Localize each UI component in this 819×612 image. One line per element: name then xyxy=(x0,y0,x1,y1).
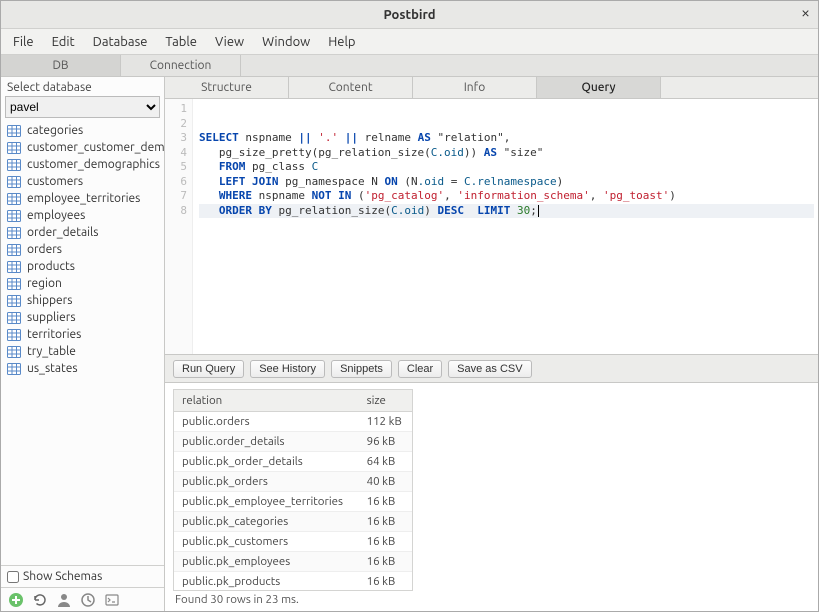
window-title: Postbird xyxy=(383,8,435,22)
user-icon[interactable] xyxy=(53,590,75,610)
table-item-label: customer_demographics xyxy=(27,158,160,171)
table-icon xyxy=(7,227,21,239)
clear-button[interactable]: Clear xyxy=(398,360,442,378)
conn-tab-db[interactable]: DB xyxy=(1,55,121,76)
select-db-label: Select database xyxy=(1,77,164,96)
run-query-button[interactable]: Run Query xyxy=(173,360,244,378)
refresh-icon[interactable] xyxy=(29,590,51,610)
table-item-label: employee_territories xyxy=(27,192,140,205)
table-item-label: us_states xyxy=(27,362,78,375)
table-icon xyxy=(7,295,21,307)
menu-help[interactable]: Help xyxy=(320,32,363,52)
close-icon[interactable]: × xyxy=(801,5,810,21)
table-row[interactable]: public.pk_orders40 kB xyxy=(174,472,412,492)
table-icon xyxy=(7,176,21,188)
col-size[interactable]: size xyxy=(359,390,412,412)
table-item-label: region xyxy=(27,277,62,290)
tables-list: categories customer_customer_demo customer… xyxy=(1,122,164,565)
console-icon[interactable] xyxy=(101,590,123,610)
table-item-label: order_details xyxy=(27,226,98,239)
menu-file[interactable]: File xyxy=(5,32,42,52)
table-row[interactable]: public.pk_products16 kB xyxy=(174,572,412,592)
table-item-customers[interactable]: customers xyxy=(1,173,164,190)
table-row[interactable]: public.order_details96 kB xyxy=(174,432,412,452)
table-item-categories[interactable]: categories xyxy=(1,122,164,139)
table-item-employees[interactable]: employees xyxy=(1,207,164,224)
table-item-label: orders xyxy=(27,243,62,256)
table-item-products[interactable]: products xyxy=(1,258,164,275)
table-icon xyxy=(7,312,21,324)
table-item-territories[interactable]: territories xyxy=(1,326,164,343)
table-item-label: customer_customer_demo xyxy=(27,141,164,154)
view-tabs: StructureContentInfoQuery xyxy=(165,77,818,99)
menu-table[interactable]: Table xyxy=(157,32,205,52)
tab-content[interactable]: Content xyxy=(289,77,413,98)
snippets-button[interactable]: Snippets xyxy=(331,360,392,378)
table-item-customer_demographics[interactable]: customer_demographics xyxy=(1,156,164,173)
tab-info[interactable]: Info xyxy=(413,77,537,98)
menubar: FileEditDatabaseTableViewWindowHelp xyxy=(1,29,818,55)
add-icon[interactable] xyxy=(5,590,27,610)
table-item-label: suppliers xyxy=(27,311,76,324)
tab-structure[interactable]: Structure xyxy=(165,77,289,98)
table-item-region[interactable]: region xyxy=(1,275,164,292)
table-item-label: try_table xyxy=(27,345,76,358)
show-schemas-label: Show Schemas xyxy=(23,570,102,583)
table-item-employee_territories[interactable]: employee_territories xyxy=(1,190,164,207)
table-row[interactable]: public.pk_employees16 kB xyxy=(174,552,412,572)
table-item-label: categories xyxy=(27,124,83,137)
menu-edit[interactable]: Edit xyxy=(44,32,83,52)
table-item-label: products xyxy=(27,260,75,273)
table-item-label: shippers xyxy=(27,294,72,307)
see-history-button[interactable]: See History xyxy=(250,360,325,378)
table-item-label: territories xyxy=(27,328,81,341)
table-row[interactable]: public.orders112 kB xyxy=(174,412,412,432)
tab-query[interactable]: Query xyxy=(537,77,661,98)
table-item-try_table[interactable]: try_table xyxy=(1,343,164,360)
table-item-label: customers xyxy=(27,175,83,188)
table-icon xyxy=(7,278,21,290)
table-icon xyxy=(7,329,21,341)
table-icon xyxy=(7,159,21,171)
table-icon xyxy=(7,244,21,256)
database-select[interactable]: pavel xyxy=(5,96,160,118)
table-item-label: employees xyxy=(27,209,85,222)
menu-window[interactable]: Window xyxy=(254,32,318,52)
table-item-customer_customer_demo[interactable]: customer_customer_demo xyxy=(1,139,164,156)
table-icon xyxy=(7,210,21,222)
table-icon xyxy=(7,142,21,154)
table-row[interactable]: public.pk_order_details64 kB xyxy=(174,452,412,472)
results-table[interactable]: relationsizepublic.orders112 kBpublic.or… xyxy=(173,389,413,591)
table-icon xyxy=(7,363,21,375)
connection-tabs: DBConnection xyxy=(1,55,818,77)
table-item-order_details[interactable]: order_details xyxy=(1,224,164,241)
sql-editor[interactable]: 12345678 SELECT nspname || '.' || relnam… xyxy=(165,99,818,355)
table-icon xyxy=(7,261,21,273)
conn-tab-connection[interactable]: Connection xyxy=(121,55,241,76)
table-row[interactable]: public.pk_employee_territories16 kB xyxy=(174,492,412,512)
menu-view[interactable]: View xyxy=(207,32,252,52)
save-csv-button[interactable]: Save as CSV xyxy=(448,360,531,378)
table-icon xyxy=(7,193,21,205)
table-item-orders[interactable]: orders xyxy=(1,241,164,258)
table-item-us_states[interactable]: us_states xyxy=(1,360,164,377)
status-text: Found 30 rows in 23 ms. xyxy=(173,591,810,611)
table-item-suppliers[interactable]: suppliers xyxy=(1,309,164,326)
table-item-shippers[interactable]: shippers xyxy=(1,292,164,309)
table-icon xyxy=(7,346,21,358)
table-icon xyxy=(7,125,21,137)
menu-database[interactable]: Database xyxy=(85,32,156,52)
table-row[interactable]: public.pk_categories16 kB xyxy=(174,512,412,532)
show-schemas-checkbox[interactable] xyxy=(7,571,19,583)
history-icon[interactable] xyxy=(77,590,99,610)
table-row[interactable]: public.pk_customers16 kB xyxy=(174,532,412,552)
col-relation[interactable]: relation xyxy=(174,390,359,412)
